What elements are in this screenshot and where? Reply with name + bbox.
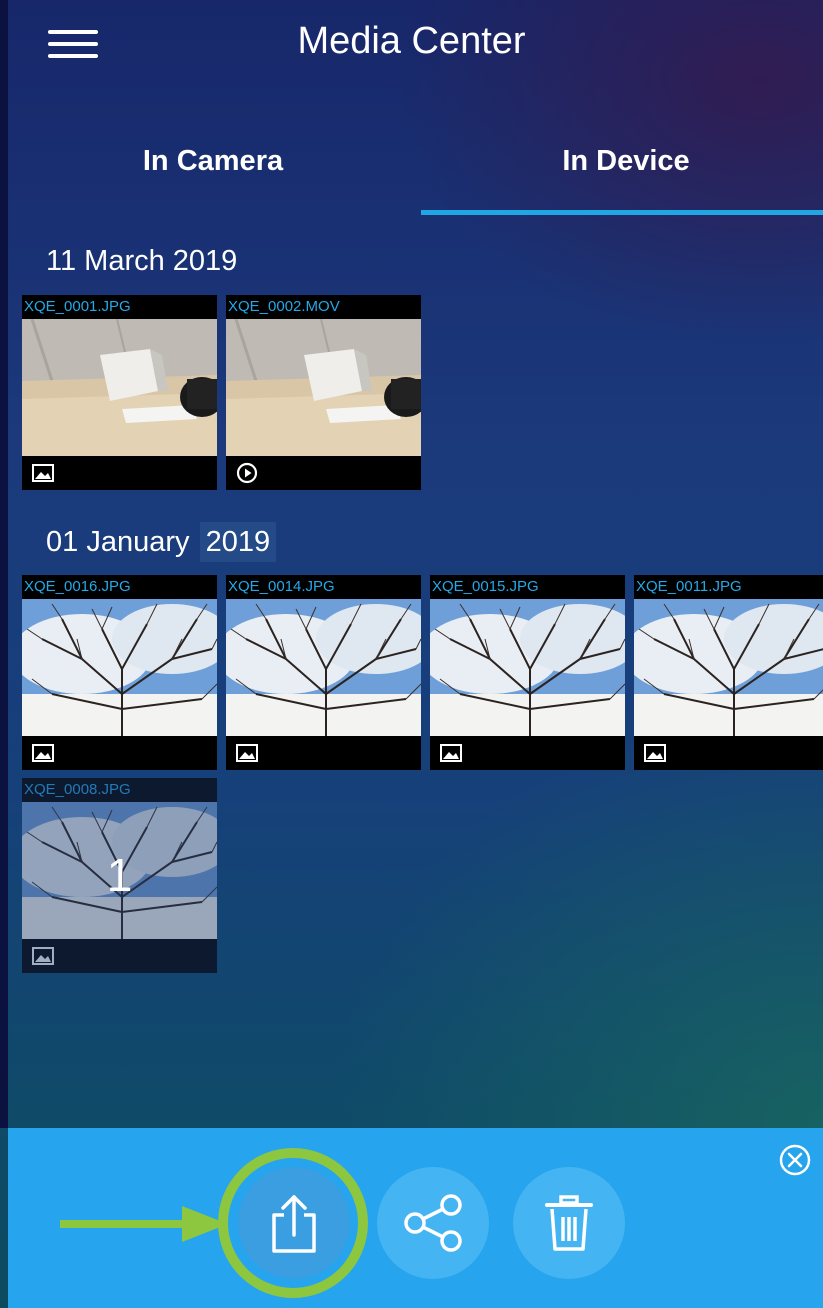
image-icon — [32, 464, 54, 482]
thumbnail-filename: XQE_0001.JPG — [24, 298, 131, 315]
thumbnail-image — [226, 319, 421, 456]
share-button[interactable] — [377, 1167, 489, 1279]
thumbnail-filename: XQE_0002.MOV — [228, 298, 340, 315]
date-heading: 01 January 2019 — [46, 522, 277, 562]
media-thumbnail[interactable]: XQE_0014.JPG — [226, 575, 421, 770]
thumbnail-image — [430, 599, 625, 736]
thumbnail-image — [22, 319, 217, 456]
pointer-arrow-icon — [60, 1206, 228, 1242]
media-thumbnail[interactable]: XQE_0015.JPG — [430, 575, 625, 770]
thumbnail-image — [634, 599, 823, 736]
image-icon — [236, 744, 258, 762]
thumbnail-filename: XQE_0015.JPG — [432, 578, 539, 595]
tab-in-camera[interactable]: In Camera — [8, 140, 418, 212]
active-tab-indicator — [421, 210, 823, 215]
media-center-screen: Media Center In Camera In Device 11 Marc… — [0, 0, 823, 1308]
media-thumbnail[interactable]: XQE_0016.JPG — [22, 575, 217, 770]
thumbnail-image — [22, 599, 217, 736]
export-upload-icon — [272, 1195, 316, 1253]
selection-number: 1 — [106, 849, 133, 901]
delete-button[interactable] — [513, 1167, 625, 1279]
date-heading-text: 11 March 2019 — [46, 245, 238, 277]
thumbnail-filename: XQE_0016.JPG — [24, 578, 131, 595]
date-heading-text: 01 January — [46, 526, 190, 558]
tab-in-device[interactable]: In Device — [421, 140, 823, 212]
media-thumbnail[interactable]: XQE_0001.JPG — [22, 295, 217, 490]
date-heading-year: 2019 — [199, 522, 277, 562]
close-circle-icon[interactable] — [778, 1143, 812, 1177]
media-thumbnail-selected[interactable]: XQE_0008.JPG 1 — [22, 778, 217, 973]
page-title: Media Center — [297, 20, 526, 62]
trash-icon — [545, 1195, 593, 1251]
image-icon — [440, 744, 462, 762]
thumbnail-filename: XQE_0011.JPG — [636, 578, 742, 595]
image-icon — [644, 744, 666, 762]
share-icon — [404, 1194, 462, 1252]
date-heading: 11 March 2019 — [46, 245, 237, 278]
thumbnail-filename: XQE_0014.JPG — [228, 578, 335, 595]
play-icon — [236, 462, 258, 484]
image-icon — [32, 744, 54, 762]
media-thumbnail[interactable]: XQE_0002.MOV — [226, 295, 421, 490]
media-thumbnail[interactable]: XQE_0011.JPG — [634, 575, 823, 770]
export-button[interactable] — [238, 1167, 350, 1279]
thumbnail-image — [226, 599, 421, 736]
